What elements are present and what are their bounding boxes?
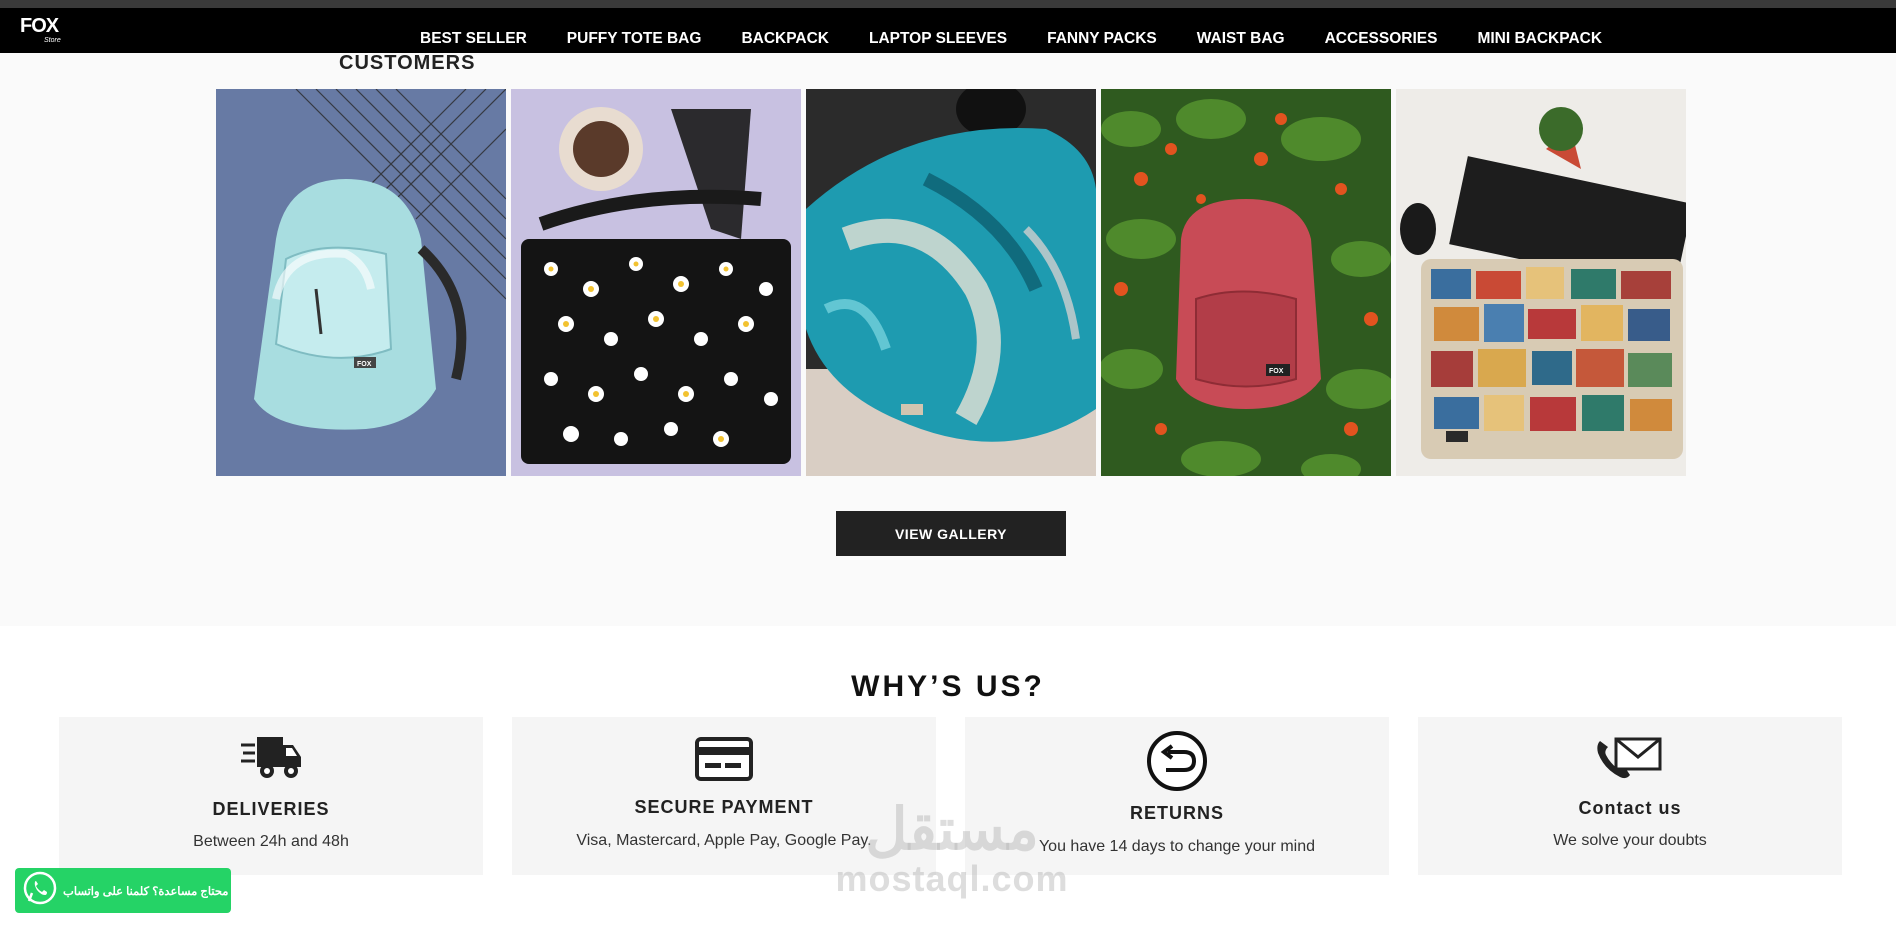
view-gallery-button[interactable]: VIEW GALLERY [836,511,1066,556]
feature-desc-secure-payment: Visa, Mastercard, Apple Pay, Google Pay. [576,832,872,849]
nav-item-waist-bag[interactable]: WAIST BAG [1197,30,1285,48]
nav-item-puffy-tote-bag[interactable]: PUFFY TOTE BAG [567,30,702,48]
feature-card-contact: Contact us We solve your doubts [1418,717,1842,875]
nav-item-backpack[interactable]: BACKPACK [741,30,829,48]
brand-logo[interactable]: FOX [20,16,59,36]
nav-item-laptop-sleeves[interactable]: LAPTOP SLEEVES [869,30,1007,48]
credit-card-icon [512,727,936,787]
whatsapp-label: محتاج مساعدة؟ كلمنا على واتساب [63,885,229,898]
feature-desc-returns: You have 14 days to change your mind [1038,838,1316,855]
svg-text:FOX: FOX [1269,368,1284,375]
feature-desc-contact: We solve your doubts [1553,832,1707,849]
delivery-truck-icon [59,727,483,787]
feature-card-returns: RETURNS You have 14 days to change your … [965,717,1389,875]
nav-item-best-seller[interactable]: BEST SELLER [420,30,527,48]
feature-title-secure-payment: SECURE PAYMENT [634,797,814,817]
main-nav: BEST SELLER PUFFY TOTE BAG BACKPACK LAPT… [420,16,1642,61]
top-strip [0,0,1896,8]
navbar: FOX Store BEST SELLER PUFFY TOTE BAG BAC… [0,8,1896,53]
return-arrow-icon [965,727,1389,791]
nav-item-accessories[interactable]: ACCESSORIES [1325,30,1438,48]
feature-title-deliveries: DELIVERIES [212,799,330,819]
whatsapp-icon [23,871,57,910]
gallery-image-travel-sleeve[interactable] [1396,89,1686,476]
gallery-image-tie-dye-backpack[interactable]: FOX [216,89,506,476]
phone-mail-icon [1418,727,1842,787]
feature-card-deliveries: DELIVERIES Between 24h and 48h [59,717,483,875]
feature-card-secure-payment: SECURE PAYMENT Visa, Mastercard, Apple P… [512,717,936,875]
whatsapp-help-button[interactable]: محتاج مساعدة؟ كلمنا على واتساب [15,868,231,913]
why-us-section: WHY’S US? DELIVERIES Between 24h and 48h [0,626,1896,927]
gallery-image-daisy-sleeve[interactable] [511,89,801,476]
feature-desc-deliveries: Between 24h and 48h [193,833,349,850]
why-us-title: WHY’S US? [851,670,1045,703]
customer-gallery: FOX FOX [216,89,1686,476]
svg-text:FOX: FOX [357,361,372,368]
brand-tagline: Store [44,37,61,44]
nav-item-fanny-packs[interactable]: FANNY PACKS [1047,30,1157,48]
feature-title-returns: RETURNS [1129,803,1224,823]
gallery-image-red-backpack[interactable]: FOX [1101,89,1391,476]
nav-item-mini-backpack[interactable]: MINI BACKPACK [1477,30,1602,48]
feature-title-contact: Contact us [1578,798,1682,818]
customers-heading: CUSTOMERS [339,52,476,74]
gallery-image-marble-sleeve[interactable] [806,89,1096,476]
